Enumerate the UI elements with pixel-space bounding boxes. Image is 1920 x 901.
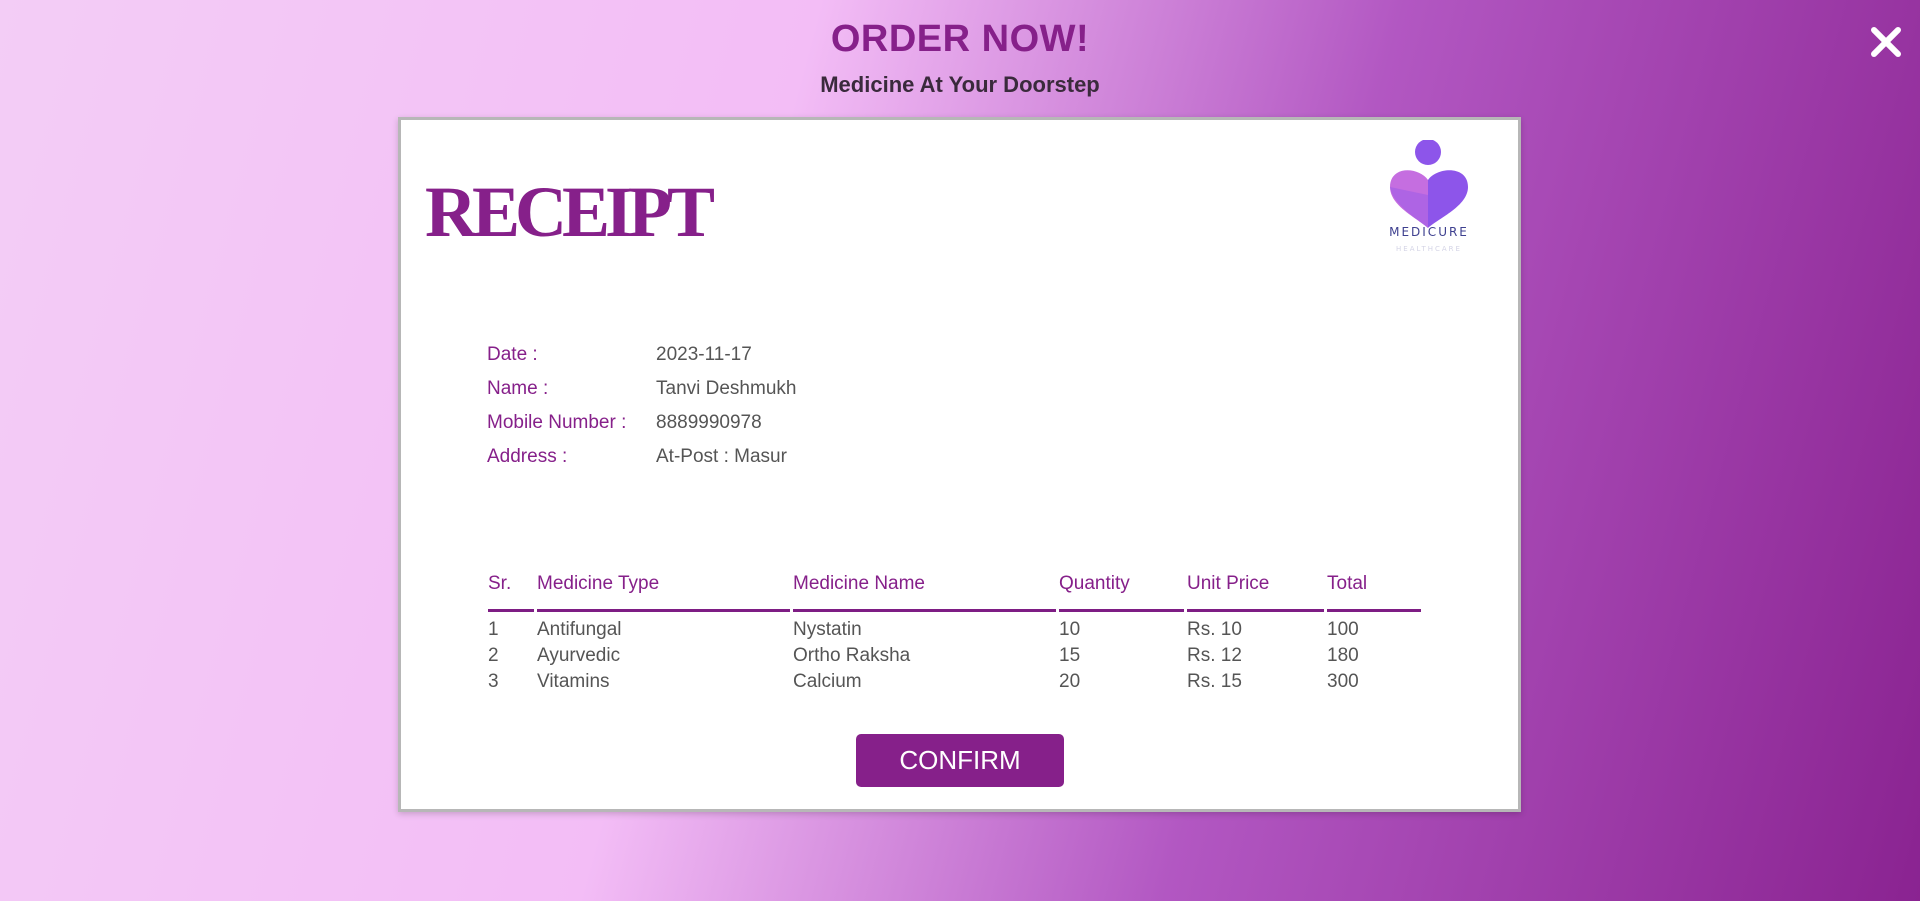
page-subtitle: Medicine At Your Doorstep [820,72,1100,97]
cell-medicine-name: Ortho Raksha [793,645,911,666]
cell-unit-price: Rs. 12 [1187,645,1242,666]
column-header-total: Total [1327,564,1421,612]
cell-quantity: 10 [1059,619,1081,640]
date-label: Date : [487,344,538,365]
column-header-quantity: Quantity [1059,564,1184,612]
cell-sr: 1 [488,619,499,640]
table-row: 3 Vitamins Calcium 20 Rs. 15 300 [488,669,1421,695]
address-value: At-Post : Masur [656,446,787,467]
table-row: 2 Ayurvedic Ortho Raksha 15 Rs. 12 180 [488,643,1421,669]
cell-medicine-name: Nystatin [793,619,862,640]
info-row-mobile: Mobile Number : 8889990978 [487,406,796,440]
cell-medicine-type: Ayurvedic [537,645,621,666]
receipt-card: RECEIPT MEDICURE HEALTHCARE Date : 2023-… [398,117,1521,812]
order-items-table: Sr. Medicine Type Medicine Name Quantity… [485,564,1424,695]
info-row-address: Address : At-Post : Masur [487,440,796,474]
mobile-label: Mobile Number : [487,412,627,433]
logo-text: MEDICURE [1389,225,1469,239]
receipt-title: RECEIPT [425,172,715,252]
name-label: Name : [487,378,549,399]
address-label: Address : [487,446,568,467]
medicure-logo: MEDICURE HEALTHCARE [1373,140,1483,255]
cell-quantity: 15 [1059,645,1081,666]
cell-quantity: 20 [1059,671,1081,692]
customer-info: Date : 2023-11-17 Name : Tanvi Deshmukh … [487,338,796,474]
mobile-value: 8889990978 [656,412,762,433]
name-value: Tanvi Deshmukh [656,378,797,399]
cell-medicine-type: Vitamins [537,671,610,692]
cell-total: 180 [1327,645,1359,666]
date-value: 2023-11-17 [656,344,752,365]
cell-unit-price: Rs. 15 [1187,671,1242,692]
cell-sr: 3 [488,671,499,692]
cell-total: 100 [1327,619,1359,640]
close-button[interactable] [1866,22,1906,62]
medicure-logo-icon: MEDICURE HEALTHCARE [1389,140,1469,253]
column-header-medicine-name: Medicine Name [793,564,1056,612]
confirm-button[interactable]: CONFIRM [856,734,1064,787]
column-header-unit-price: Unit Price [1187,564,1324,612]
cell-unit-price: Rs. 10 [1187,619,1242,640]
info-row-date: Date : 2023-11-17 [487,338,796,372]
table-row: 1 Antifungal Nystatin 10 Rs. 10 100 [488,612,1421,643]
cell-medicine-type: Antifungal [537,619,622,640]
cell-sr: 2 [488,645,499,666]
logo-subtext: HEALTHCARE [1396,245,1462,253]
close-icon [1871,27,1901,57]
column-header-medicine-type: Medicine Type [537,564,790,612]
table-header-row: Sr. Medicine Type Medicine Name Quantity… [488,564,1421,612]
column-header-sr: Sr. [488,564,534,612]
info-row-name: Name : Tanvi Deshmukh [487,372,796,406]
cell-total: 300 [1327,671,1359,692]
page-title: ORDER NOW! [830,18,1090,60]
cell-medicine-name: Calcium [793,671,862,692]
